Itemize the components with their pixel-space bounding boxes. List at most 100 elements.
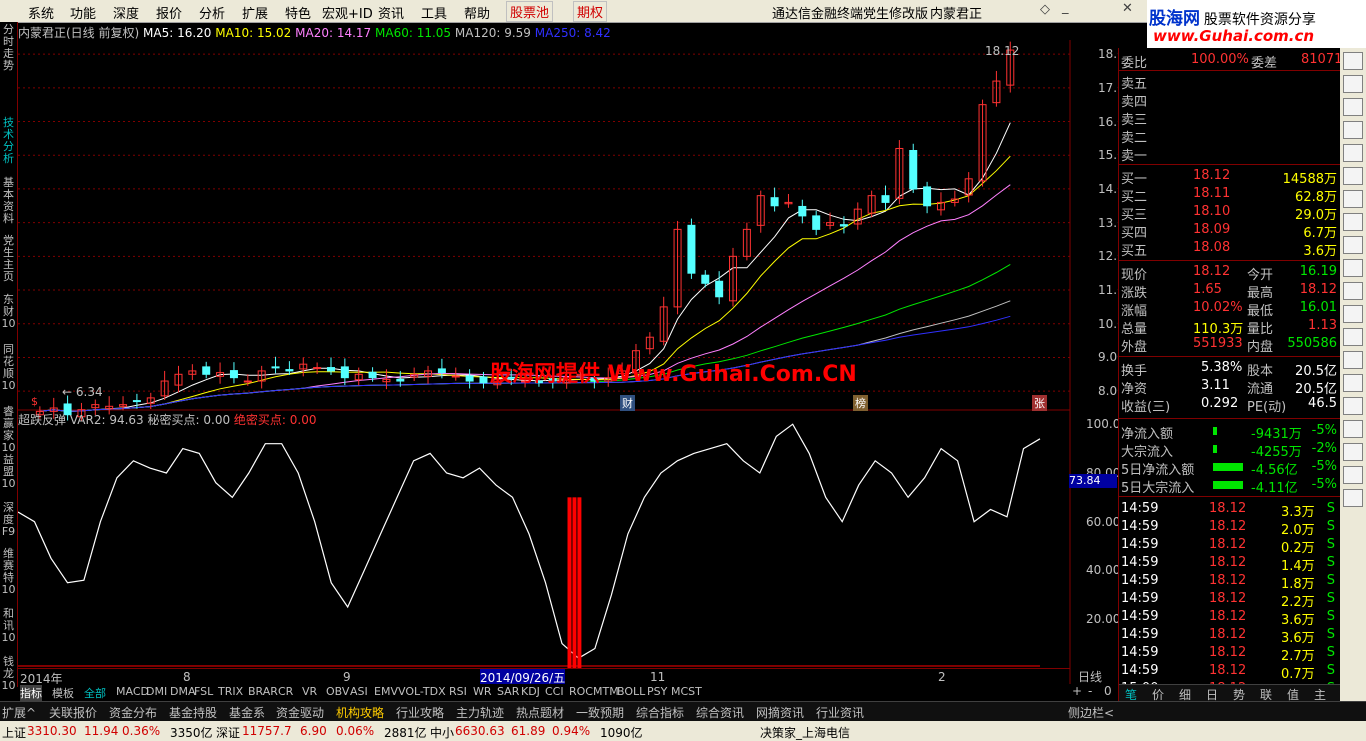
candle[interactable] [465, 369, 474, 389]
tab-home[interactable]: 党生主页 [1, 235, 16, 283]
toolbar-icon[interactable] [1343, 52, 1363, 70]
indicator-tab-[interactable]: 全部 [84, 685, 106, 701]
indicator-tab-cci[interactable]: CCI [545, 685, 564, 698]
indicator-name[interactable]: 超跌反弹 [18, 413, 66, 427]
indicator-tab-asi[interactable]: ASI [350, 685, 368, 698]
candle[interactable] [964, 172, 973, 203]
indicator-tab-dmi[interactable]: DMI [146, 685, 167, 698]
category-tab[interactable]: 综合资讯 [696, 704, 744, 721]
indicator-tab-mtm[interactable]: MTM [593, 685, 619, 698]
indicator-tab-trix[interactable]: TRIX [218, 685, 243, 698]
stock-pool-button[interactable]: 股票池 [506, 1, 554, 22]
candle[interactable] [923, 181, 932, 214]
toolbar-icon[interactable] [1343, 167, 1363, 185]
toolbar-icon[interactable] [1343, 121, 1363, 139]
tab-tonghuashun[interactable]: 同花顺10 [1, 344, 16, 392]
menu-item-system[interactable]: 系统 [28, 3, 54, 22]
toolbar-icon[interactable] [1343, 282, 1363, 300]
candle[interactable] [202, 361, 211, 379]
event-marker-limit[interactable]: 张 [1032, 395, 1047, 411]
category-tab[interactable]: 扩展^ [2, 704, 36, 721]
candle[interactable] [867, 190, 876, 218]
category-tab[interactable]: 行业攻略 [396, 704, 444, 721]
category-tab[interactable]: 行业资讯 [816, 704, 864, 721]
menu-item-help[interactable]: 帮助 [464, 3, 490, 22]
candle[interactable] [950, 190, 959, 207]
tab-timeshare[interactable]: 分时走势 [1, 24, 16, 72]
zoom-in-button[interactable]: + [1072, 684, 1082, 698]
toolbar-icon[interactable] [1343, 466, 1363, 484]
menu-item-depth[interactable]: 深度 [113, 3, 139, 22]
menu-item-extend[interactable]: 扩展 [242, 3, 268, 22]
candle[interactable] [798, 199, 807, 224]
tab-dongcai[interactable]: 东财10 [1, 294, 16, 330]
toolbar-icon[interactable] [1343, 98, 1363, 116]
sh-index-label[interactable]: 上证 [2, 724, 26, 741]
menu-item-function[interactable]: 功能 [70, 3, 96, 22]
candle[interactable] [992, 70, 1001, 107]
toolbar-icon[interactable] [1343, 213, 1363, 231]
candle[interactable] [132, 393, 141, 409]
menu-item-macro[interactable]: 宏观+ID [322, 3, 373, 22]
candle[interactable] [299, 357, 308, 377]
toolbar-icon[interactable] [1343, 259, 1363, 277]
menu-item-quote[interactable]: 报价 [156, 3, 182, 22]
event-marker-dollar[interactable]: $ [31, 395, 38, 408]
category-tab[interactable]: 主力轨迹 [456, 704, 504, 721]
tab-ruiyingjia[interactable]: 睿赢家10 [1, 406, 16, 454]
menu-item-analysis[interactable]: 分析 [199, 3, 225, 22]
toolbar-icon[interactable] [1343, 374, 1363, 392]
period-label[interactable]: 日线 [1078, 668, 1102, 685]
candle[interactable] [424, 365, 433, 384]
options-button[interactable]: 期权 [573, 1, 608, 22]
candle[interactable] [354, 367, 363, 386]
toolbar-icon[interactable] [1343, 420, 1363, 438]
candle[interactable] [756, 190, 765, 233]
toolbar-icon[interactable] [1343, 397, 1363, 415]
menu-item-tools[interactable]: 工具 [421, 3, 447, 22]
close-icon[interactable]: ✕ [1122, 1, 1133, 16]
event-marker-finance[interactable]: 财 [620, 395, 635, 411]
toolbar-icon[interactable] [1343, 489, 1363, 507]
indicator-tab-roc[interactable]: ROC [569, 685, 593, 698]
candle[interactable] [216, 362, 225, 384]
event-marker-rank[interactable]: 榜 [853, 395, 868, 411]
indicator-tab-[interactable]: 指标 [20, 685, 42, 701]
category-tab[interactable]: 基金系 [229, 704, 265, 721]
category-tab[interactable]: 资金驱动 [276, 704, 324, 721]
indicator-tab-brar[interactable]: BRAR [248, 685, 278, 698]
tab-weisaite[interactable]: 维赛特10 [1, 548, 16, 596]
category-tab[interactable]: 一致预期 [576, 704, 624, 721]
candle[interactable] [188, 364, 197, 381]
candle[interactable] [742, 222, 751, 261]
tab-qianlong[interactable]: 钱龙10 [1, 656, 16, 692]
candle[interactable] [160, 370, 169, 400]
indicator-tab-dma[interactable]: DMA [170, 685, 196, 698]
category-tab[interactable]: 机构攻略 [336, 704, 384, 721]
toolbar-icon[interactable] [1343, 75, 1363, 93]
candle[interactable] [271, 356, 280, 374]
candle[interactable] [340, 358, 349, 386]
toolbar-icon[interactable] [1343, 236, 1363, 254]
sme-index-label[interactable]: 中小 [430, 724, 454, 741]
indicator-tab-fsl[interactable]: FSL [194, 685, 213, 698]
toolbar-icon[interactable] [1343, 351, 1363, 369]
menu-item-news[interactable]: 资讯 [378, 3, 404, 22]
candle[interactable] [659, 296, 668, 346]
tab-f9[interactable]: 深度F9 [1, 502, 16, 538]
indicator-tab-rsi[interactable]: RSI [449, 685, 467, 698]
tab-hexun[interactable]: 和讯10 [1, 608, 16, 644]
category-tab[interactable]: 资金分布 [109, 704, 157, 721]
indicator-tab-emv[interactable]: EMV [374, 685, 398, 698]
candle[interactable] [174, 365, 183, 393]
menu-item-special[interactable]: 特色 [285, 3, 311, 22]
toolbar-icon[interactable] [1343, 328, 1363, 346]
category-tab[interactable]: 网摘资讯 [756, 704, 804, 721]
candle[interactable] [645, 332, 654, 355]
indicator-tab-wr[interactable]: WR [473, 685, 492, 698]
candle[interactable] [729, 247, 738, 307]
tab-yimeng[interactable]: 益盟10 [1, 454, 16, 490]
candle[interactable] [936, 192, 945, 216]
toolbar-icon[interactable] [1343, 443, 1363, 461]
indicator-tab-kdj[interactable]: KDJ [521, 685, 540, 698]
